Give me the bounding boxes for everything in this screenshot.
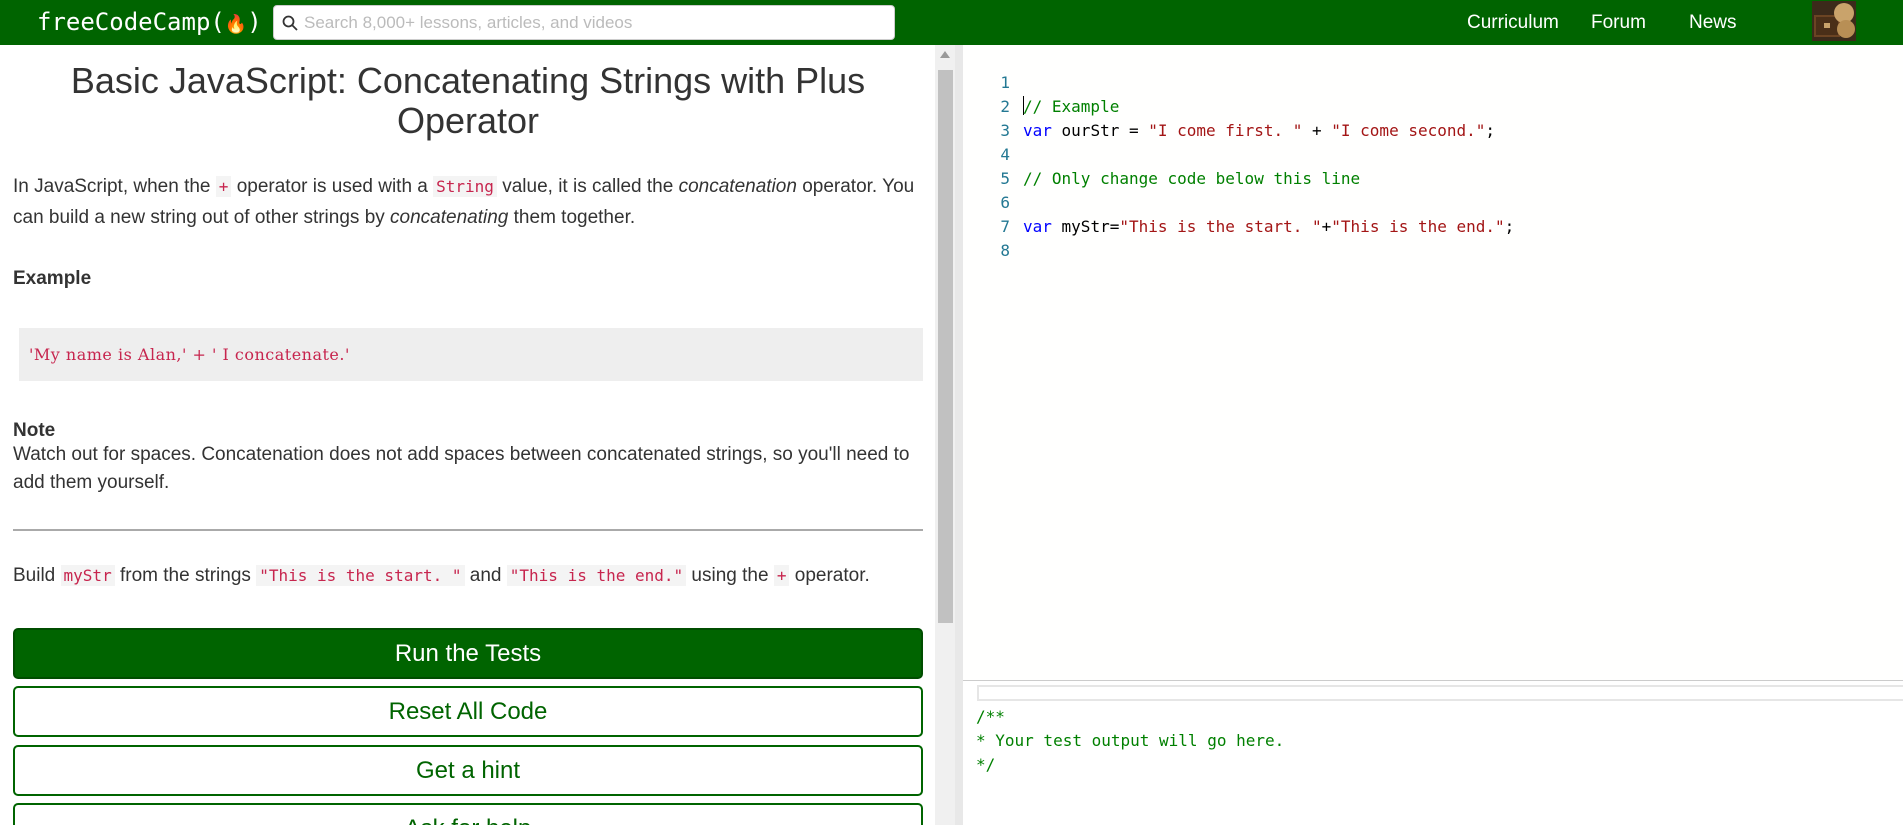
inline-code: + [215, 176, 232, 197]
scroll-thumb[interactable] [938, 70, 953, 623]
editor-line: 2 var ourStr = "I come first. " + "I com… [963, 71, 1903, 140]
task-text: and [464, 565, 507, 586]
user-avatar[interactable] [1812, 1, 1856, 41]
search-icon [282, 15, 298, 31]
ask-for-help-button[interactable]: Ask for help [13, 803, 923, 825]
task-paragraph: Build myStr from the strings "This is th… [13, 560, 933, 591]
page-title: Basic JavaScript: Concatenating Strings … [70, 60, 866, 141]
intro-text: In JavaScript, when the [13, 176, 216, 197]
editor-line: 6 var myStr="This is the start. "+"This … [963, 167, 1903, 236]
logo-text: freeCodeCamp( [37, 8, 225, 36]
scroll-up-arrow-icon[interactable] [940, 51, 950, 58]
instructions-pane: Basic JavaScript: Concatenating Strings … [0, 45, 935, 825]
nav-link-curriculum[interactable]: Curriculum [1467, 11, 1559, 35]
emphasis-text: concatenating [390, 207, 509, 228]
nav-link-news[interactable]: News [1689, 11, 1737, 35]
run-tests-button[interactable]: Run the Tests [13, 628, 923, 679]
example-code-block: 'My name is Alan,' + ' I concatenate.' [19, 328, 923, 381]
editor-line: 1 // Example [963, 47, 1903, 116]
task-text: from the strings [114, 565, 257, 586]
code-editor[interactable]: 1 // Example 2 var ourStr = "I come firs… [963, 45, 1903, 680]
freecodecamp-logo[interactable]: freeCodeCamp(🔥) [37, 6, 262, 41]
editor-line: 5 [963, 143, 1903, 188]
emphasis-text: concatenation [678, 176, 797, 197]
task-text: operator. [789, 565, 870, 586]
line-number: 8 [1000, 241, 1010, 260]
editor-border [963, 680, 1903, 681]
inline-code: myStr [60, 565, 115, 586]
note-text: Watch out for spaces. Concatenation does… [13, 444, 910, 493]
example-heading: Example [13, 268, 92, 289]
output-line: * Your test output will go here. [976, 731, 1285, 750]
get-hint-button[interactable]: Get a hint [13, 745, 923, 796]
nav-link-forum[interactable]: Forum [1591, 11, 1646, 35]
reset-code-button[interactable]: Reset All Code [13, 686, 923, 737]
note-heading: Note [13, 420, 56, 441]
editor-line: 8 [963, 215, 1903, 260]
output-line: /** [976, 707, 1005, 726]
editor-line: 3 [963, 95, 1903, 140]
inline-code: "This is the end." [506, 565, 687, 586]
intro-text: operator is used with a [231, 176, 434, 197]
intro-text: them together. [508, 207, 636, 228]
inline-code: String [433, 176, 497, 197]
inline-code: "This is the start. " [256, 565, 465, 586]
instructions-scrollbar[interactable] [935, 45, 955, 825]
editor-line: 4 // Only change code below this line [963, 119, 1903, 188]
task-text: using the [686, 565, 774, 586]
inline-code: + [773, 565, 790, 586]
flame-icon: 🔥 [224, 14, 248, 35]
intro-paragraph: In JavaScript, when the + operator is us… [13, 171, 933, 233]
section-divider [13, 529, 923, 531]
logo-close: ) [247, 8, 262, 36]
output-line: */ [976, 755, 996, 774]
editor-line: 7 [963, 191, 1903, 236]
task-text: Build [13, 565, 61, 586]
search-input[interactable] [298, 6, 894, 39]
output-pane-divider[interactable] [977, 685, 1903, 701]
intro-text: value, it is called the [496, 176, 679, 197]
test-output-pane: /** * Your test output will go here. */ [963, 702, 1903, 825]
top-navbar: freeCodeCamp(🔥) Curriculum Forum News [0, 0, 1903, 45]
pane-splitter[interactable] [955, 45, 963, 825]
search-bar[interactable] [273, 5, 895, 40]
